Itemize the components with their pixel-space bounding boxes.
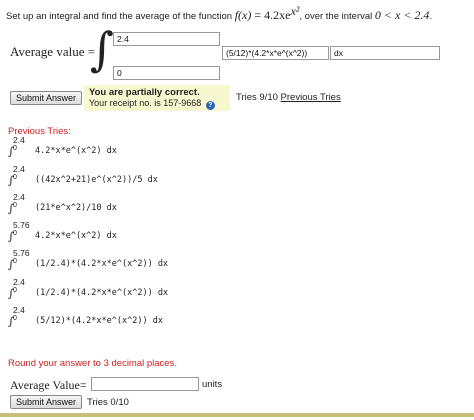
feedback-box: You are partially correct. Your receipt … <box>84 85 230 111</box>
interval: 0 < x < 2.4 <box>374 8 430 23</box>
submit-answer-button[interactable]: Submit Answer <box>10 91 83 105</box>
feedback-title: You are partially correct. <box>89 87 200 98</box>
previous-try-row: ∫ 2.4 0 (21*e^x^2)/10 dx <box>8 192 117 215</box>
integral-sign-icon: ∫ <box>90 22 114 76</box>
previous-try-expression: 4.2*x*e^(x^2) dx <box>35 231 117 241</box>
limits: 2.4 0 <box>13 135 25 152</box>
limits: 5.76 0 <box>13 220 30 237</box>
previous-try-expression: (5/12)*(4.2*x*e^(x^2)) dx <box>35 316 163 326</box>
submit-final-answer-button[interactable]: Submit Answer <box>10 395 83 409</box>
tries-status: Tries 9/10 Previous Tries <box>236 92 341 103</box>
receipt-line: Your receipt no. is 157-9668 ? <box>89 98 225 110</box>
average-value-input[interactable] <box>91 377 199 391</box>
limits: 5.76 0 <box>13 248 30 265</box>
limits: 2.4 0 <box>13 305 25 322</box>
limits: 2.4 0 <box>13 164 25 181</box>
previous-try-row: ∫ 2.4 0 (5/12)*(4.2*x*e^(x^2)) dx <box>8 305 163 328</box>
previous-try-expression: (21*e^x^2)/10 dx <box>35 203 117 213</box>
rounding-note: Round your answer to 3 decimal places. <box>8 358 177 369</box>
function-name: f(x) <box>234 8 252 23</box>
receipt-text: Your receipt no. is 157-9668 <box>89 98 202 108</box>
function-expression: = 4.2xe <box>251 8 291 23</box>
limits: 2.4 0 <box>13 192 25 209</box>
previous-try-row: ∫ 5.76 0 (1/2.4)*(4.2*x*e^(x^2)) dx <box>8 248 169 271</box>
problem-mid: , over the interval <box>299 11 373 23</box>
previous-try-row: ∫ 2.4 0 (1/2.4)*(4.2*x*e^(x^2)) dx <box>8 277 169 300</box>
previous-try-expression: ((42x^2+21)e^(x^2))/5 dx <box>35 175 158 185</box>
previous-try-row: ∫ 5.76 0 4.2*x*e^(x^2) dx <box>8 220 117 243</box>
limits: 2.4 0 <box>13 277 25 294</box>
differential-input[interactable]: dx <box>330 46 440 60</box>
info-icon[interactable]: ? <box>205 101 215 110</box>
previous-tries-link[interactable]: Previous Tries <box>281 92 341 103</box>
problem-end: . <box>429 11 433 23</box>
average-value-answer-label: Average Value= <box>10 378 87 392</box>
upper-limit-input[interactable]: 2.4 <box>113 32 220 46</box>
previous-try-expression: (1/2.4)*(4.2*x*e^(x^2)) dx <box>35 259 169 269</box>
problem-prefix: Set up an integral and find the average … <box>6 11 233 23</box>
previous-try-expression: (1/2.4)*(4.2*x*e^(x^2)) dx <box>35 288 169 298</box>
average-value-label: Average value = <box>10 44 96 59</box>
previous-try-row: ∫ 2.4 0 4.2*x*e^(x^2) dx <box>8 135 117 158</box>
tries-count: Tries 9/10 <box>236 92 278 103</box>
units-label: units <box>202 379 223 390</box>
final-tries-count: Tries 0/10 <box>87 397 129 408</box>
bottom-divider <box>0 413 474 417</box>
previous-try-expression: 4.2*x*e^(x^2) dx <box>35 146 117 156</box>
integrand-input[interactable]: (5/12)*(4.2*x*e^(x^2)) <box>222 46 329 60</box>
lower-limit-input[interactable]: 0 <box>113 66 220 80</box>
problem-statement: Set up an integral and find the average … <box>6 4 432 23</box>
previous-try-row: ∫ 2.4 0 ((42x^2+21)e^(x^2))/5 dx <box>8 164 158 187</box>
